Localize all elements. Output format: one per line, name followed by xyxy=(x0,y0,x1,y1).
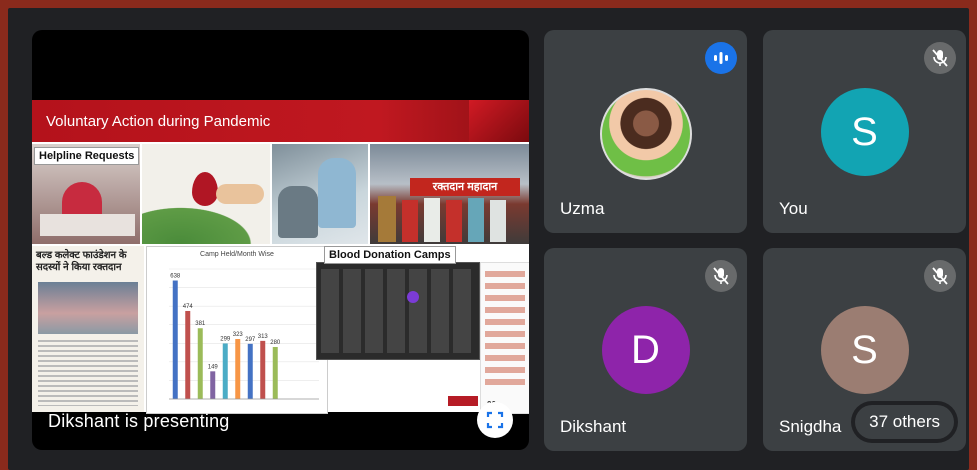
participant-tile-dikshant[interactable]: D Dikshant xyxy=(544,248,747,451)
camp-chart: Camp Held/Month Wise 638 474 381 149 299 323 2… xyxy=(146,246,328,414)
caption-helpline: Helpline Requests xyxy=(34,147,140,165)
participant-name: You xyxy=(779,199,808,218)
chart-data-label: 381 xyxy=(195,321,206,327)
participant-tile-you[interactable]: S You xyxy=(763,30,966,233)
participant-tile-snigdha[interactable]: S Snigdha 37 others xyxy=(763,248,966,451)
mic-off-icon xyxy=(924,42,956,74)
slide-corner-photo xyxy=(448,360,478,412)
chart-bar xyxy=(272,347,278,399)
chart-bar xyxy=(222,343,228,399)
chart-plot: 638 474 381 149 299323297 313280 xyxy=(169,268,319,400)
chart-bar xyxy=(197,328,203,399)
participant-name: Dikshant xyxy=(560,417,627,436)
newspaper-clipping: बल्ड कलेक्ट फाउंडेशन के सदस्यों ने किया … xyxy=(32,246,144,412)
avatar-you: S xyxy=(820,88,909,176)
chart-data-label: 638 xyxy=(170,274,181,280)
photo-blood-drop-art xyxy=(142,144,270,244)
chart-bar xyxy=(185,310,191,399)
mic-off-icon xyxy=(924,260,956,292)
chart-bar xyxy=(260,340,266,399)
photo-blood-camp-group: रक्तदान महादान xyxy=(370,144,529,244)
chart-data-label: 280 xyxy=(270,340,281,346)
others-count-button[interactable]: 37 others xyxy=(855,405,954,439)
presenting-label: Dikshant is presenting xyxy=(48,411,230,431)
slide-banner-accent xyxy=(469,100,529,142)
meet-screenshot-thumbnail xyxy=(316,262,480,360)
shared-slide: Voluntary Action during Pandemic Helplin… xyxy=(32,100,529,414)
avatar-uzma xyxy=(599,88,692,180)
chart-data-label: 299 xyxy=(220,336,231,342)
chart-bar xyxy=(172,280,178,399)
chart-bar xyxy=(235,339,241,399)
chart-data-label: 313 xyxy=(258,334,269,340)
participant-tile-uzma[interactable]: Uzma xyxy=(544,30,747,233)
participant-name: Uzma xyxy=(560,199,605,218)
fullscreen-icon xyxy=(486,411,504,429)
chart-data-label: 474 xyxy=(183,304,194,310)
avatar-snigdha: S xyxy=(820,306,909,394)
fullscreen-button[interactable] xyxy=(477,402,513,438)
chart-data-label: 323 xyxy=(233,332,244,338)
chart-bar xyxy=(247,343,253,399)
chart-data-label: 297 xyxy=(245,337,256,343)
avatar-dikshant: D xyxy=(601,306,690,394)
participant-list-thumbnail: 20 xyxy=(480,262,529,414)
photo-ppe-volunteers xyxy=(272,144,368,244)
banner-hindi: रक्तदान महादान xyxy=(410,178,520,196)
newspaper-headline: बल्ड कलेक्ट फाउंडेशन के सदस्यों ने किया … xyxy=(36,250,127,273)
chart-bar xyxy=(210,371,216,399)
speaking-indicator-icon xyxy=(705,42,737,74)
caption-blood-camps: Blood Donation Camps xyxy=(324,246,456,264)
chart-title: Camp Held/Month Wise xyxy=(200,251,274,258)
presentation-tile[interactable]: Voluntary Action during Pandemic Helplin… xyxy=(32,30,529,450)
chart-data-label: 149 xyxy=(208,364,219,370)
slide-title: Voluntary Action during Pandemic xyxy=(32,100,529,142)
participant-name: Snigdha xyxy=(779,417,842,436)
mic-off-icon xyxy=(705,260,737,292)
